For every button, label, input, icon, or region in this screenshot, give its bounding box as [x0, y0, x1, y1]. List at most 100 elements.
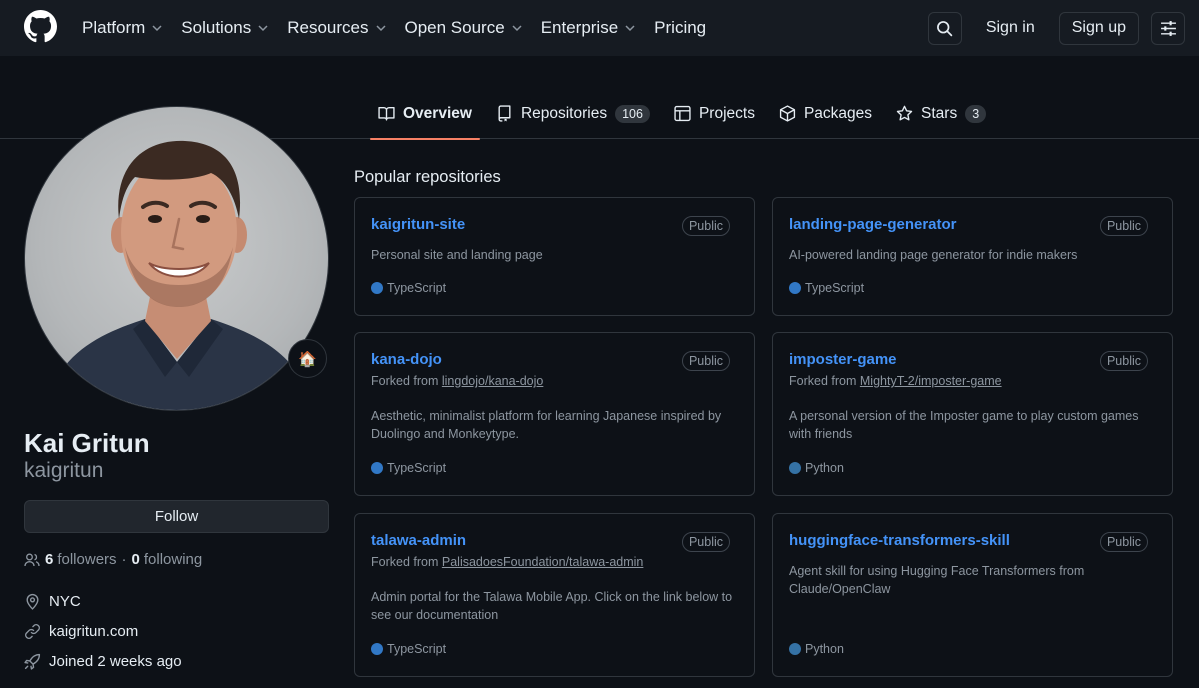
popular-repositories-heading: Popular repositories [354, 168, 501, 186]
nav-platform[interactable]: Platform [82, 0, 163, 56]
repo-name-link[interactable]: kana-dojo [371, 351, 442, 368]
language-color-dot [789, 462, 801, 474]
language-name: TypeScript [387, 642, 447, 656]
visibility-badge: Public [681, 532, 730, 552]
tab-label: Stars [921, 104, 958, 122]
repo-language: TypeScript [371, 642, 446, 656]
following-link[interactable]: 0 following [132, 551, 203, 568]
tab-projects[interactable]: Projects [666, 88, 763, 139]
tab-label: Repositories [520, 104, 608, 122]
forked-prefix: Forked from [371, 555, 439, 569]
joined-text: Joined 2 weeks ago [49, 653, 182, 670]
sign-up-button[interactable]: Sign up [1058, 11, 1139, 45]
language-name: Python [805, 461, 844, 475]
tab-label: Projects [698, 104, 755, 122]
repo-card: talawa-admin Public Forked from Palisado… [354, 513, 755, 677]
nav-open-source[interactable]: Open Source [405, 0, 523, 56]
repo-description: Aesthetic, minimalist platform for learn… [371, 409, 722, 441]
profile-location: NYC [24, 593, 81, 610]
sign-in-link[interactable]: Sign in [986, 19, 1035, 37]
chevron-down-icon [512, 25, 522, 32]
repo-name-link[interactable]: talawa-admin [371, 532, 466, 549]
visibility-badge: Public [1099, 351, 1148, 371]
nav-pricing[interactable]: Pricing [654, 0, 706, 56]
chevron-down-icon [258, 25, 268, 32]
nav-label: Solutions [181, 18, 252, 37]
language-color-dot [789, 282, 801, 294]
nav-resources[interactable]: Resources [287, 0, 386, 56]
repo-language: Python [789, 642, 844, 656]
stars-count-badge: 3 [965, 104, 987, 123]
nav-enterprise[interactable]: Enterprise [541, 0, 636, 56]
profile-tabs: Overview Repositories 106 Projects Packa… [370, 88, 1002, 140]
profile-username: kaigritun [24, 459, 104, 482]
followers-link[interactable]: 6 followers [24, 551, 117, 568]
tab-packages[interactable]: Packages [771, 88, 880, 139]
repo-icon [498, 105, 511, 122]
repo-description: A personal version of the Imposter game … [789, 409, 1139, 441]
repo-card: kana-dojo Public Forked from lingdojo/ka… [354, 332, 755, 496]
tab-stars[interactable]: Stars 3 [888, 88, 994, 139]
forked-source-link[interactable]: lingdojo/kana-dojo [442, 374, 543, 388]
avatar[interactable] [24, 106, 329, 411]
chevron-down-icon [375, 25, 386, 32]
following-label: following [143, 551, 203, 568]
repo-language: TypeScript [789, 281, 864, 295]
appearance-settings-button[interactable] [1151, 11, 1185, 45]
chevron-down-icon [152, 25, 162, 32]
repo-name-link[interactable]: kaigritun-site [371, 216, 465, 233]
website-link[interactable]: kaigritun.com [49, 623, 138, 640]
language-name: TypeScript [387, 461, 447, 475]
star-icon [896, 105, 913, 121]
forked-from: Forked from MightyT-2/imposter-game [789, 374, 1002, 388]
repo-name-link[interactable]: imposter-game [789, 351, 897, 368]
following-count: 0 [131, 551, 140, 568]
profile-website: kaigritun.com [24, 623, 138, 640]
nav-label: Open Source [404, 18, 505, 37]
header-actions: Sign in Sign up [927, 0, 1185, 56]
repo-language: TypeScript [371, 281, 446, 295]
nav-solutions[interactable]: Solutions [181, 0, 269, 56]
visibility-badge: Public [1099, 532, 1148, 552]
profile-joined: Joined 2 weeks ago [24, 653, 182, 670]
site-header: Platform Solutions Resources Open Source… [0, 0, 1199, 56]
repo-card: landing-page-generator Public AI-powered… [772, 197, 1173, 316]
chevron-down-icon [625, 25, 635, 32]
repo-language: TypeScript [371, 461, 446, 475]
repo-description: Admin portal for the Talawa Mobile App. … [371, 590, 733, 622]
follow-button[interactable]: Follow [24, 500, 329, 533]
table-icon [674, 105, 691, 122]
tab-repositories[interactable]: Repositories 106 [488, 88, 658, 139]
sliders-icon [1160, 20, 1176, 36]
main-nav: Platform Solutions Resources Open Source… [82, 0, 724, 56]
language-color-dot [371, 462, 383, 474]
repo-card: huggingface-transformers-skill Public Ag… [772, 513, 1173, 677]
language-name: TypeScript [387, 281, 447, 295]
nav-label: Platform [82, 18, 146, 37]
repo-description: Agent skill for using Hugging Face Trans… [789, 564, 1085, 596]
status-emoji-badge[interactable]: 🏠 [288, 339, 327, 378]
repo-language: Python [789, 461, 844, 475]
rocket-icon [24, 653, 41, 670]
nav-label: Resources [287, 18, 369, 37]
repo-description: AI-powered landing page generator for in… [789, 248, 1078, 262]
repo-card: kaigritun-site Public Personal site and … [354, 197, 755, 316]
forked-source-link[interactable]: PalisadoesFoundation/talawa-admin [442, 555, 644, 569]
forked-from: Forked from PalisadoesFoundation/talawa-… [371, 555, 643, 569]
language-color-dot [371, 282, 383, 294]
forked-source-link[interactable]: MightyT-2/imposter-game [860, 374, 1002, 388]
repo-name-link[interactable]: landing-page-generator [789, 216, 957, 233]
language-name: TypeScript [805, 281, 865, 295]
tab-overview[interactable]: Overview [370, 88, 480, 140]
forked-from: Forked from lingdojo/kana-dojo [371, 374, 543, 388]
github-logo-icon[interactable] [24, 10, 57, 43]
link-icon [25, 624, 40, 639]
search-button[interactable] [927, 11, 962, 45]
repo-name-link[interactable]: huggingface-transformers-skill [789, 532, 1010, 549]
repo-card: imposter-game Public Forked from MightyT… [772, 332, 1173, 496]
book-icon [378, 106, 395, 121]
visibility-badge: Public [681, 216, 730, 236]
profile-full-name: Kai Gritun [24, 428, 150, 458]
repo-description: Personal site and landing page [371, 248, 543, 262]
tab-label: Overview [403, 104, 472, 122]
